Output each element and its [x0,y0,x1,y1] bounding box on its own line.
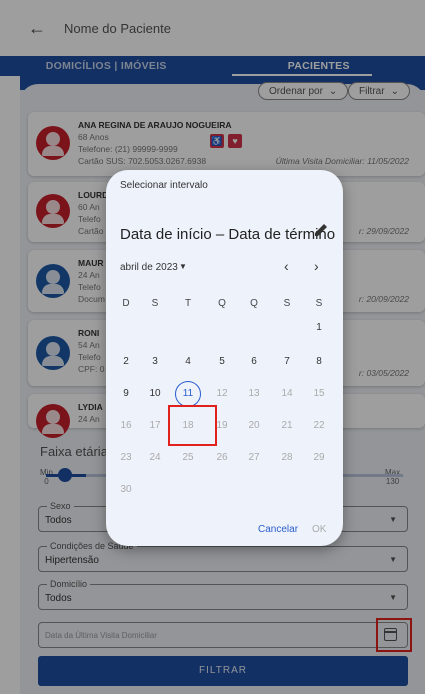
calendar-day[interactable]: 2 [114,350,138,374]
calendar-day[interactable]: 1 [307,316,331,340]
calendar-day[interactable]: 5 [210,350,234,374]
weekday-label: S [315,298,323,309]
calendar-day[interactable]: 20 [242,414,266,438]
calendar-day[interactable]: 4 [176,350,200,374]
calendar-day[interactable]: 24 [143,446,167,470]
calendar-day[interactable]: 27 [242,446,266,470]
cancel-button[interactable]: Cancelar [258,524,298,535]
dialog-headline: Data de início – Data de término [120,226,336,243]
calendar-day[interactable]: 7 [275,350,299,374]
calendar-day[interactable]: 9 [114,382,138,406]
ok-button[interactable]: OK [312,524,326,535]
calendar-day[interactable]: 17 [143,414,167,438]
calendar-day[interactable]: 12 [210,382,234,406]
calendar-day[interactable]: 22 [307,414,331,438]
chevron-left-icon[interactable]: ‹ [284,258,289,274]
chevron-down-icon[interactable]: ▼ [179,262,187,271]
selected-day-highlight [168,405,217,446]
date-range-dialog: Selecionar intervalo Data de início – Da… [106,170,343,546]
calendar-day[interactable]: 8 [307,350,331,374]
weekday-label: Q [218,298,226,309]
calendar-day[interactable]: 16 [114,414,138,438]
calendar-day[interactable]: 29 [307,446,331,470]
calendar-day[interactable]: 3 [143,350,167,374]
dialog-title: Selecionar intervalo [120,180,208,191]
calendar-day[interactable]: 23 [114,446,138,470]
calendar-day[interactable]: 30 [114,478,138,502]
calendar-day[interactable]: 28 [275,446,299,470]
calendar-day[interactable]: 6 [242,350,266,374]
weekday-label: S [151,298,159,309]
calendar-day[interactable]: 15 [307,382,331,406]
weekday-label: D [122,298,130,309]
app: ← DOMICÍLIOS | IMÓVEIS PACIENTES Ordenar… [0,0,425,694]
pencil-icon[interactable] [313,222,329,238]
weekday-label: S [283,298,291,309]
calendar-day[interactable]: 14 [275,382,299,406]
calendar-day-today[interactable]: 11 [175,381,201,407]
weekday-label: Q [250,298,258,309]
calendar-day[interactable]: 26 [210,446,234,470]
calendar-day[interactable]: 21 [275,414,299,438]
calendar-day[interactable]: 10 [143,382,167,406]
chevron-right-icon[interactable]: › [314,258,319,274]
weekday-label: T [184,298,192,309]
calendar-day[interactable]: 25 [176,446,200,470]
calendar-day[interactable]: 13 [242,382,266,406]
month-year-selector[interactable]: abril de 2023 [120,262,178,273]
